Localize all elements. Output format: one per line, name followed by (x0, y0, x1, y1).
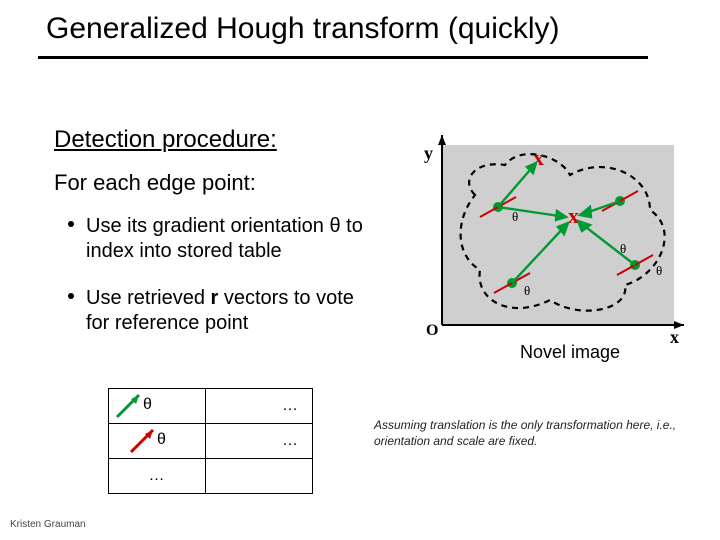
theta-label: θ (157, 431, 166, 449)
page-title: Generalized Hough transform (quickly) (46, 12, 560, 46)
theta-label: θ (143, 396, 152, 414)
lead-text: For each edge point: (54, 170, 256, 196)
diagram-svg: y x O θ θ θ θ x x (420, 135, 690, 345)
theta-mark: θ (524, 283, 530, 298)
assumption-text: Assuming translation is the only transfo… (374, 418, 704, 449)
bullet-dot-icon (68, 293, 74, 299)
arrow-green-icon (109, 389, 197, 423)
x-axis-label: x (670, 327, 679, 345)
subtitle: Detection procedure: (54, 126, 277, 154)
theta-mark: θ (512, 209, 518, 224)
footer-author: Kristen Grauman (10, 519, 86, 530)
bullet-1: Use its gradient orientation θ to index … (68, 214, 378, 264)
vector-cell (206, 459, 313, 494)
ref-point-x-icon: x (568, 203, 579, 228)
table-row: … (109, 459, 313, 494)
vector-cell: … (206, 389, 313, 424)
table-row: θ … (109, 389, 313, 424)
slide: Generalized Hough transform (quickly) De… (0, 0, 720, 540)
ght-diagram: y x O θ θ θ θ x x (420, 135, 690, 355)
y-axis-label: y (424, 143, 433, 163)
vector-cell: … (206, 424, 313, 459)
theta-cell: … (109, 459, 206, 494)
theta-mark: θ (656, 263, 662, 278)
title-underline (38, 56, 648, 59)
table-row: θ … (109, 424, 313, 459)
bullet-2: Use retrieved r vectors to vote for refe… (68, 286, 378, 336)
bullet-1-text: Use its gradient orientation θ to index … (86, 214, 378, 264)
theta-cell: θ (109, 424, 206, 459)
diagram-caption: Novel image (520, 342, 620, 363)
arrow-red-icon (109, 424, 197, 458)
theta-label: … (113, 467, 201, 485)
bullet-dot-icon (68, 221, 74, 227)
theta-cell: θ (109, 389, 206, 424)
theta-table: θ … θ … … (108, 388, 313, 494)
origin-label: O (426, 322, 438, 339)
bullet-2-text: Use retrieved r vectors to vote for refe… (86, 286, 378, 336)
